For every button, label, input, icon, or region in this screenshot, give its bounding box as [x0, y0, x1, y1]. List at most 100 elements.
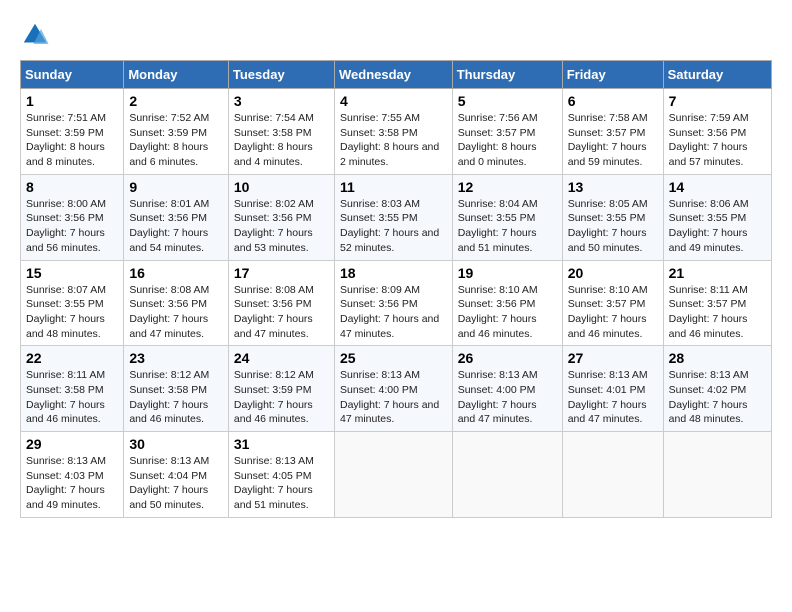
- calendar-cell: 12 Sunrise: 8:04 AM Sunset: 3:55 PM Dayli…: [452, 174, 562, 260]
- calendar-cell: 21 Sunrise: 8:11 AM Sunset: 3:57 PM Dayli…: [663, 260, 771, 346]
- calendar-cell: [452, 432, 562, 518]
- cell-info: Sunrise: 8:10 AM Sunset: 3:56 PM Dayligh…: [458, 283, 557, 342]
- calendar-cell: [334, 432, 452, 518]
- calendar-cell: 28 Sunrise: 8:13 AM Sunset: 4:02 PM Dayli…: [663, 346, 771, 432]
- day-header-saturday: Saturday: [663, 61, 771, 89]
- calendar-week-3: 15Sunrise: 8:07 AM Sunset: 3:55 PM Dayli…: [21, 260, 772, 346]
- cell-info: Sunrise: 8:04 AM Sunset: 3:55 PM Dayligh…: [458, 197, 557, 256]
- header-row: SundayMondayTuesdayWednesdayThursdayFrid…: [21, 61, 772, 89]
- day-header-thursday: Thursday: [452, 61, 562, 89]
- day-number: 29: [26, 436, 118, 452]
- day-number: 7: [669, 93, 766, 109]
- calendar-cell: 25Sunrise: 8:13 AM Sunset: 4:00 PM Dayli…: [334, 346, 452, 432]
- cell-info: Sunrise: 8:13 AM Sunset: 4:01 PM Dayligh…: [568, 368, 658, 427]
- calendar-cell: 23 Sunrise: 8:12 AM Sunset: 3:58 PM Dayli…: [124, 346, 229, 432]
- day-number: 21: [669, 265, 766, 281]
- calendar-cell: 14 Sunrise: 8:06 AM Sunset: 3:55 PM Dayli…: [663, 174, 771, 260]
- calendar-cell: 13 Sunrise: 8:05 AM Sunset: 3:55 PM Dayli…: [562, 174, 663, 260]
- calendar-cell: 24 Sunrise: 8:12 AM Sunset: 3:59 PM Dayli…: [228, 346, 334, 432]
- calendar-cell: 11Sunrise: 8:03 AM Sunset: 3:55 PM Dayli…: [334, 174, 452, 260]
- cell-info: Sunrise: 8:13 AM Sunset: 4:03 PM Dayligh…: [26, 454, 118, 513]
- cell-info: Sunrise: 8:03 AM Sunset: 3:55 PM Dayligh…: [340, 197, 447, 256]
- day-number: 15: [26, 265, 118, 281]
- calendar-cell: 27 Sunrise: 8:13 AM Sunset: 4:01 PM Dayli…: [562, 346, 663, 432]
- day-number: 3: [234, 93, 329, 109]
- cell-info: Sunrise: 7:59 AM Sunset: 3:56 PM Dayligh…: [669, 111, 766, 170]
- calendar-cell: 9 Sunrise: 8:01 AM Sunset: 3:56 PM Daylig…: [124, 174, 229, 260]
- day-number: 6: [568, 93, 658, 109]
- calendar-cell: 26 Sunrise: 8:13 AM Sunset: 4:00 PM Dayli…: [452, 346, 562, 432]
- day-number: 2: [129, 93, 223, 109]
- day-number: 13: [568, 179, 658, 195]
- cell-info: Sunrise: 8:08 AM Sunset: 3:56 PM Dayligh…: [129, 283, 223, 342]
- calendar-cell: [562, 432, 663, 518]
- cell-info: Sunrise: 8:13 AM Sunset: 4:02 PM Dayligh…: [669, 368, 766, 427]
- day-number: 4: [340, 93, 447, 109]
- day-number: 14: [669, 179, 766, 195]
- cell-info: Sunrise: 8:08 AM Sunset: 3:56 PM Dayligh…: [234, 283, 329, 342]
- calendar-week-5: 29 Sunrise: 8:13 AM Sunset: 4:03 PM Dayli…: [21, 432, 772, 518]
- calendar-week-1: 1 Sunrise: 7:51 AM Sunset: 3:59 PM Daylig…: [21, 89, 772, 175]
- day-number: 12: [458, 179, 557, 195]
- day-number: 26: [458, 350, 557, 366]
- day-number: 10: [234, 179, 329, 195]
- cell-info: Sunrise: 8:09 AM Sunset: 3:56 PM Dayligh…: [340, 283, 447, 342]
- cell-info: Sunrise: 8:13 AM Sunset: 4:00 PM Dayligh…: [340, 368, 447, 427]
- day-number: 17: [234, 265, 329, 281]
- day-header-tuesday: Tuesday: [228, 61, 334, 89]
- day-number: 24: [234, 350, 329, 366]
- calendar-cell: 3 Sunrise: 7:54 AM Sunset: 3:58 PM Daylig…: [228, 89, 334, 175]
- logo-icon: [20, 20, 50, 50]
- calendar-week-4: 22 Sunrise: 8:11 AM Sunset: 3:58 PM Dayli…: [21, 346, 772, 432]
- calendar-cell: 6 Sunrise: 7:58 AM Sunset: 3:57 PM Daylig…: [562, 89, 663, 175]
- calendar-cell: 16 Sunrise: 8:08 AM Sunset: 3:56 PM Dayli…: [124, 260, 229, 346]
- day-number: 19: [458, 265, 557, 281]
- calendar-cell: 8Sunrise: 8:00 AM Sunset: 3:56 PM Daylig…: [21, 174, 124, 260]
- cell-info: Sunrise: 8:13 AM Sunset: 4:04 PM Dayligh…: [129, 454, 223, 513]
- calendar-cell: 15Sunrise: 8:07 AM Sunset: 3:55 PM Dayli…: [21, 260, 124, 346]
- cell-info: Sunrise: 7:58 AM Sunset: 3:57 PM Dayligh…: [568, 111, 658, 170]
- calendar-cell: [663, 432, 771, 518]
- day-number: 28: [669, 350, 766, 366]
- calendar-cell: 29 Sunrise: 8:13 AM Sunset: 4:03 PM Dayli…: [21, 432, 124, 518]
- cell-info: Sunrise: 7:51 AM Sunset: 3:59 PM Dayligh…: [26, 111, 118, 170]
- calendar-cell: 19 Sunrise: 8:10 AM Sunset: 3:56 PM Dayli…: [452, 260, 562, 346]
- day-number: 9: [129, 179, 223, 195]
- calendar-cell: 10 Sunrise: 8:02 AM Sunset: 3:56 PM Dayli…: [228, 174, 334, 260]
- day-number: 30: [129, 436, 223, 452]
- day-header-monday: Monday: [124, 61, 229, 89]
- cell-info: Sunrise: 8:02 AM Sunset: 3:56 PM Dayligh…: [234, 197, 329, 256]
- cell-info: Sunrise: 8:12 AM Sunset: 3:59 PM Dayligh…: [234, 368, 329, 427]
- day-number: 5: [458, 93, 557, 109]
- day-number: 16: [129, 265, 223, 281]
- calendar-cell: 5Sunrise: 7:56 AM Sunset: 3:57 PM Daylig…: [452, 89, 562, 175]
- cell-info: Sunrise: 8:13 AM Sunset: 4:00 PM Dayligh…: [458, 368, 557, 427]
- cell-info: Sunrise: 8:01 AM Sunset: 3:56 PM Dayligh…: [129, 197, 223, 256]
- calendar-cell: 20 Sunrise: 8:10 AM Sunset: 3:57 PM Dayli…: [562, 260, 663, 346]
- calendar-cell: 1 Sunrise: 7:51 AM Sunset: 3:59 PM Daylig…: [21, 89, 124, 175]
- day-number: 20: [568, 265, 658, 281]
- cell-info: Sunrise: 8:11 AM Sunset: 3:57 PM Dayligh…: [669, 283, 766, 342]
- cell-info: Sunrise: 8:05 AM Sunset: 3:55 PM Dayligh…: [568, 197, 658, 256]
- calendar-cell: 7 Sunrise: 7:59 AM Sunset: 3:56 PM Daylig…: [663, 89, 771, 175]
- day-number: 23: [129, 350, 223, 366]
- day-header-wednesday: Wednesday: [334, 61, 452, 89]
- cell-info: Sunrise: 8:13 AM Sunset: 4:05 PM Dayligh…: [234, 454, 329, 513]
- day-number: 22: [26, 350, 118, 366]
- calendar-cell: 30 Sunrise: 8:13 AM Sunset: 4:04 PM Dayli…: [124, 432, 229, 518]
- day-number: 1: [26, 93, 118, 109]
- day-number: 8: [26, 179, 118, 195]
- day-header-sunday: Sunday: [21, 61, 124, 89]
- cell-info: Sunrise: 8:10 AM Sunset: 3:57 PM Dayligh…: [568, 283, 658, 342]
- calendar-cell: 17 Sunrise: 8:08 AM Sunset: 3:56 PM Dayli…: [228, 260, 334, 346]
- cell-info: Sunrise: 7:54 AM Sunset: 3:58 PM Dayligh…: [234, 111, 329, 170]
- cell-info: Sunrise: 8:11 AM Sunset: 3:58 PM Dayligh…: [26, 368, 118, 427]
- calendar-cell: 2 Sunrise: 7:52 AM Sunset: 3:59 PM Daylig…: [124, 89, 229, 175]
- calendar-cell: 22 Sunrise: 8:11 AM Sunset: 3:58 PM Dayli…: [21, 346, 124, 432]
- calendar-cell: 4Sunrise: 7:55 AM Sunset: 3:58 PM Daylig…: [334, 89, 452, 175]
- cell-info: Sunrise: 7:52 AM Sunset: 3:59 PM Dayligh…: [129, 111, 223, 170]
- cell-info: Sunrise: 8:12 AM Sunset: 3:58 PM Dayligh…: [129, 368, 223, 427]
- cell-info: Sunrise: 8:06 AM Sunset: 3:55 PM Dayligh…: [669, 197, 766, 256]
- day-number: 27: [568, 350, 658, 366]
- day-number: 31: [234, 436, 329, 452]
